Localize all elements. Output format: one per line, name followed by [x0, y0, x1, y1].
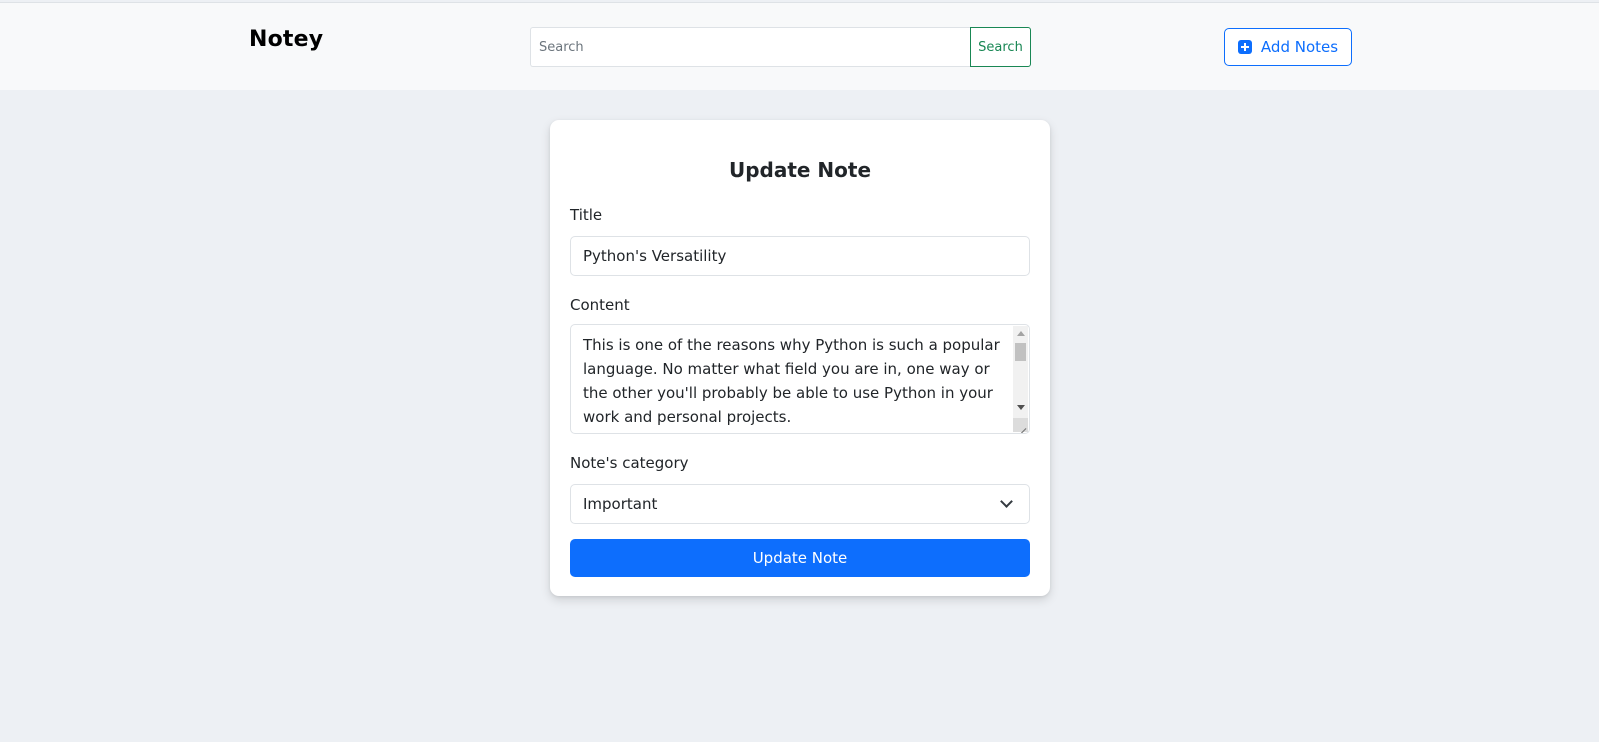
- search-form: Search: [530, 27, 1031, 67]
- title-input[interactable]: [570, 236, 1030, 276]
- title-label: Title: [570, 206, 603, 224]
- form-heading: Update Note: [728, 158, 872, 182]
- category-label: Note's category: [570, 454, 689, 472]
- chevron-down-icon: [1000, 495, 1013, 508]
- top-navbar: Notey Search Add Notes: [0, 2, 1599, 90]
- content-textarea[interactable]: This is one of the reasons why Python is…: [570, 324, 1030, 434]
- brand-logo[interactable]: Notey: [249, 27, 323, 52]
- content-label: Content: [570, 296, 630, 314]
- scroll-down-arrow-icon[interactable]: [1017, 405, 1025, 410]
- scroll-thumb[interactable]: [1015, 343, 1026, 361]
- search-button[interactable]: Search: [970, 27, 1031, 67]
- add-notes-label: Add Notes: [1260, 38, 1339, 56]
- content-scrollbar[interactable]: [1013, 326, 1028, 432]
- add-notes-button[interactable]: Add Notes: [1224, 28, 1352, 66]
- content-text: This is one of the reasons why Python is…: [583, 336, 1000, 426]
- category-selected-value: Important: [583, 495, 658, 513]
- update-note-card: Update Note Title Content This is one of…: [550, 120, 1050, 596]
- update-note-button[interactable]: Update Note: [570, 539, 1030, 577]
- resize-grip-icon[interactable]: [1013, 418, 1028, 432]
- plus-square-icon: [1237, 40, 1252, 54]
- scroll-up-arrow-icon[interactable]: [1017, 331, 1025, 336]
- search-input[interactable]: [530, 27, 970, 67]
- category-select[interactable]: Important: [570, 484, 1030, 524]
